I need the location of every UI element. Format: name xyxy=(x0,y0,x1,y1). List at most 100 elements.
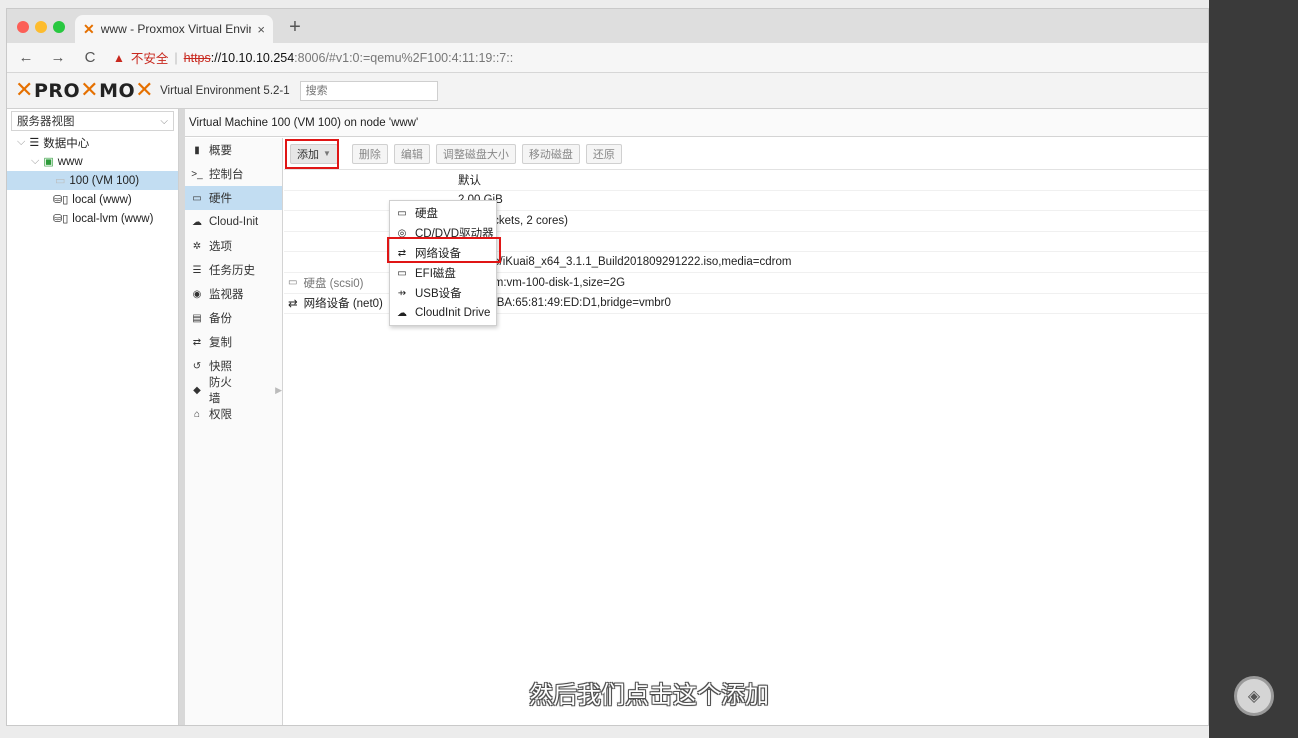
nav-item-backup[interactable]: ▤ 备份 xyxy=(185,306,282,330)
menu-item-cloudinit-drive[interactable]: ☁ CloudInit Drive xyxy=(390,303,496,323)
exchange-icon: ⇄ xyxy=(288,298,298,311)
nav-label: 权限 xyxy=(209,409,232,421)
url-path: :8006/#v1:0:=qemu%2F100:4:11:19::7:: xyxy=(294,50,514,65)
proxmox-logo: ✕ PRO ✕ MO ✕ xyxy=(15,78,154,103)
hw-key: 网络设备 (net0) xyxy=(303,298,383,311)
logo-text-1: PRO xyxy=(33,79,81,102)
menu-item-efi-disk[interactable]: ▭ EFI磁盘 xyxy=(390,263,496,283)
browser-tab[interactable]: ✕ www - Proxmox Virtual Environ × xyxy=(75,15,273,43)
nav-label: 防火墙 xyxy=(208,377,232,405)
add-button-highlight xyxy=(285,138,339,169)
menu-item-label: USB设备 xyxy=(415,288,462,300)
view-selector[interactable]: 服务器视图 ⌵ xyxy=(11,111,174,131)
gear-icon: ✲ xyxy=(192,240,202,252)
server-icon: ☰ xyxy=(29,137,40,149)
terminal-icon: >_ xyxy=(191,168,203,180)
nav-label: 备份 xyxy=(209,313,232,325)
hdd-icon: ▭ xyxy=(397,207,407,219)
video-subtitle: 然后我们点击这个添加 xyxy=(529,681,769,709)
view-selector-label: 服务器视图 xyxy=(17,116,75,128)
nav-label: Cloud-Init xyxy=(209,216,259,228)
not-secure-label: 不安全 xyxy=(130,52,169,66)
browser-window: ✕ www - Proxmox Virtual Environ × + ← → … xyxy=(6,8,1209,726)
revert-button[interactable]: 还原 xyxy=(585,143,622,164)
logo-text-2: MO xyxy=(99,79,136,102)
nav-item-cloudinit[interactable]: ☁ Cloud-Init xyxy=(185,210,282,234)
collapse-icon[interactable]: ⌵ xyxy=(31,155,39,168)
table-row[interactable]: 默认 xyxy=(284,170,1208,191)
unlock-icon: ⌂ xyxy=(193,408,201,420)
logo-x-icon: ✕ xyxy=(15,78,34,103)
nav-label: 硬件 xyxy=(209,193,232,205)
hw-key: 硬盘 (scsi0) xyxy=(303,277,364,290)
tree-node-label: local-lvm (www) xyxy=(72,212,154,225)
shield-icon: ◆ xyxy=(193,384,201,396)
back-button[interactable]: ← xyxy=(17,49,35,66)
hw-value: 2 (1 sockets, 2 cores) xyxy=(458,214,568,227)
url-host: ://10.10.10.254 xyxy=(210,50,295,65)
url-scheme: https xyxy=(183,50,211,65)
add-button-wrapper: 添加 ▼ xyxy=(285,138,339,169)
node-online-icon: ▣ xyxy=(43,156,54,168)
tree-node-label: 数据中心 xyxy=(43,137,90,150)
nav-label: 概要 xyxy=(209,145,232,157)
nav-item-console[interactable]: >_ 控制台 xyxy=(185,162,282,186)
nav-item-task-history[interactable]: ☰ 任务历史 xyxy=(185,258,282,282)
close-window-button[interactable] xyxy=(17,21,29,33)
tree-node-storage-local[interactable]: ⛁▯ local (www) xyxy=(7,190,178,209)
nav-label: 任务历史 xyxy=(209,265,255,277)
tab-title: www - Proxmox Virtual Environ xyxy=(100,22,252,36)
move-disk-button[interactable]: 移动磁盘 xyxy=(521,143,580,164)
nav-item-hardware[interactable]: ▭ 硬件 xyxy=(185,186,282,210)
hw-value: 2.00 GiB xyxy=(454,194,1208,206)
nav-item-options[interactable]: ✲ 选项 xyxy=(185,234,282,258)
menu-item-label: CloudInit Drive xyxy=(415,307,491,319)
tree-node-label: local (www) xyxy=(72,193,132,206)
chevron-down-icon: ⌵ xyxy=(160,115,168,127)
minimize-window-button[interactable] xyxy=(35,21,47,33)
hdd-icon: ▭ xyxy=(288,277,298,289)
tree-node-vm[interactable]: ▭ 100 (VM 100) xyxy=(7,171,178,190)
nav-item-firewall[interactable]: ◆ 防火墙 ▶ xyxy=(185,377,282,405)
tree-node-host[interactable]: ⌵ ▣ www xyxy=(7,152,178,171)
list-icon: ☰ xyxy=(192,264,202,276)
vm-icon: ▭ xyxy=(55,175,66,187)
url-field[interactable]: ▲ 不安全 | https://10.10.10.254:8006/#v1:0:… xyxy=(113,48,513,67)
search-input[interactable] xyxy=(299,80,438,101)
desktop-background xyxy=(1209,0,1298,738)
content-panel: Virtual Machine 100 (VM 100) on node 'ww… xyxy=(185,109,1208,725)
nav-label: 快照 xyxy=(209,361,232,373)
hw-value: 默认 xyxy=(458,174,481,187)
hardware-toolbar: 添加 ▼ 删除 编辑 调整磁盘大小 移动磁盘 还原 xyxy=(284,138,1208,170)
zoom-window-button[interactable] xyxy=(53,21,65,33)
screen: ✕ www - Proxmox Virtual Environ × + ← → … xyxy=(0,0,1298,738)
tree-node-storage-lvm[interactable]: ⛁▯ local-lvm (www) xyxy=(7,209,178,228)
menu-item-hard-disk[interactable]: ▭ 硬盘 xyxy=(390,203,496,223)
reload-button[interactable]: C xyxy=(81,49,99,66)
vm-navigation: ▮ 概要 >_ 控制台 ▭ 硬件 ☁ Cloud-Init ✲ 选项 ☰ 任务历史 ◉ 监视器… xyxy=(185,138,283,725)
menu-item-usb[interactable]: ⇸ USB设备 xyxy=(390,283,496,303)
forward-button[interactable]: → xyxy=(49,49,67,66)
new-tab-button[interactable]: + xyxy=(283,15,307,39)
menu-item-label: 硬盘 xyxy=(415,208,438,220)
hw-value: local:iso/iKuai8_x64_3.1.1_Build20180929… xyxy=(458,256,792,269)
storage-icon: ⛁▯ xyxy=(53,213,69,225)
tab-bar: ✕ www - Proxmox Virtual Environ × + xyxy=(7,9,1208,43)
collapse-icon[interactable]: ⌵ xyxy=(17,136,25,149)
tree-node-label: 100 (VM 100) xyxy=(69,174,140,187)
nav-label: 选项 xyxy=(209,241,232,253)
nav-label: 复制 xyxy=(209,337,232,349)
resize-disk-button[interactable]: 调整磁盘大小 xyxy=(435,143,516,164)
hardware-panel: 添加 ▼ 删除 编辑 调整磁盘大小 移动磁盘 还原 默认 2.00 GiB 2 … xyxy=(284,138,1208,725)
nav-item-replication[interactable]: ⇄ 复制 xyxy=(185,330,282,354)
tab-close-icon[interactable]: × xyxy=(257,22,265,37)
edit-button[interactable]: 编辑 xyxy=(393,143,430,164)
usb-icon: ⇸ xyxy=(397,287,407,299)
hw-value: local-lvm:vm-100-disk-1,size=2G xyxy=(458,276,626,289)
remove-button[interactable]: 删除 xyxy=(351,143,388,164)
tree-node-datacenter[interactable]: ⌵ ☰ 数据中心 xyxy=(7,133,178,152)
nav-item-summary[interactable]: ▮ 概要 xyxy=(185,138,282,162)
tree-node-label: www xyxy=(57,155,83,168)
nav-item-monitor[interactable]: ◉ 监视器 xyxy=(185,282,282,306)
proxmox-header: ✕ PRO ✕ MO ✕ Virtual Environment 5.2-1 xyxy=(7,73,1208,109)
